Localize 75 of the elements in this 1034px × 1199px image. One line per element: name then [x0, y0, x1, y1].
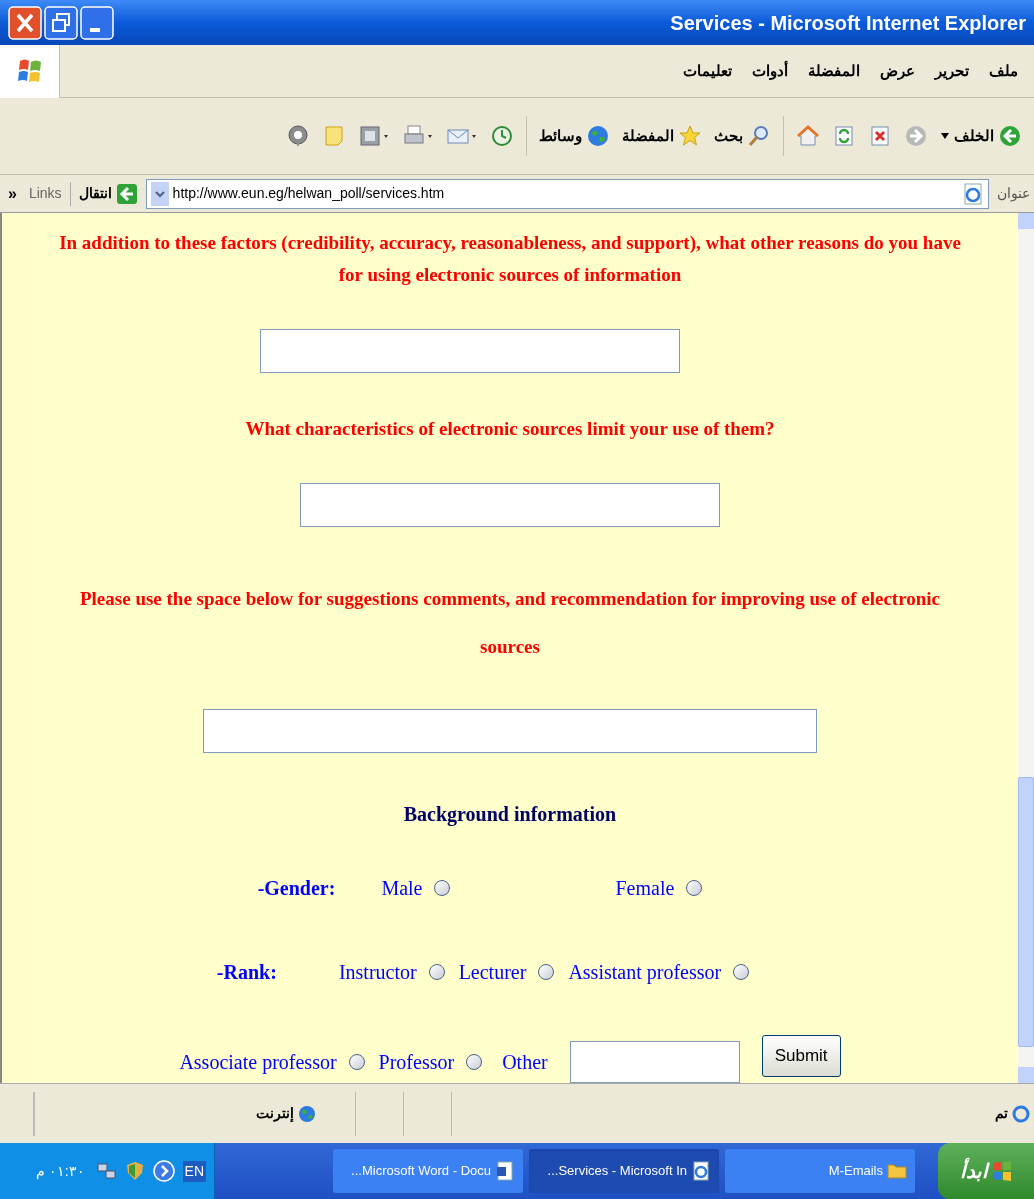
option-label: Lecturer: [458, 960, 527, 985]
field-label: -Rank:: [216, 960, 277, 985]
restore-icon[interactable]: [44, 5, 78, 40]
folder-icon: [887, 1161, 907, 1181]
option-label: Male: [381, 876, 423, 901]
text-field[interactable]: [300, 483, 720, 527]
dropdown-arrow-icon[interactable]: [940, 132, 950, 140]
toolbar-button[interactable]: بحث: [714, 124, 771, 148]
menu-item[interactable]: تعليمات: [683, 59, 732, 83]
option-label: Associate professor: [179, 1050, 337, 1076]
menu-item[interactable]: ملف: [989, 59, 1018, 83]
status-text: تم: [995, 1104, 1008, 1124]
option-label: Instructor: [338, 960, 417, 985]
page-icon: [691, 1161, 711, 1181]
text-field[interactable]: [203, 709, 817, 753]
refresh-icon[interactable]: [832, 124, 856, 148]
radio-button[interactable]: [538, 964, 555, 980]
question-text: In addition to these factors (credibility, accuracy, reasonableness, and support), what other reasons do you have for using electronic sources of information: [58, 231, 962, 287]
toolbar-button[interactable]: وسائط: [539, 124, 610, 148]
clock-icon[interactable]: [490, 124, 514, 148]
expand-icon[interactable]: [152, 1160, 175, 1182]
stop-icon[interactable]: [868, 124, 892, 148]
submit-button[interactable]: Submit: [761, 1035, 841, 1077]
dropdown-icon[interactable]: [150, 181, 169, 206]
zone-text: إنترنت: [256, 1104, 294, 1124]
taskbar-button[interactable]: M-Emails: [725, 1149, 915, 1193]
clock: ٠١:٣٠ م: [35, 1161, 85, 1182]
minimize-icon[interactable]: [80, 5, 114, 40]
network-icon[interactable]: [96, 1161, 117, 1181]
question-text: What characteristics of electronic sources limit your use of them?: [244, 417, 776, 441]
text-field[interactable]: [569, 1041, 740, 1083]
globe-icon: [586, 124, 610, 148]
radio-button[interactable]: [434, 880, 451, 896]
toolbar-button[interactable]: الخلف: [940, 124, 1022, 148]
speech-bubble-icon[interactable]: [286, 124, 310, 148]
section-heading: Background information: [403, 802, 617, 828]
radio-button[interactable]: [686, 880, 703, 896]
scrollbar[interactable]: [1018, 213, 1034, 1083]
option-label: Other: [502, 1050, 548, 1075]
links-label[interactable]: Links: [28, 183, 62, 204]
back-icon: [998, 124, 1022, 148]
home-icon[interactable]: [796, 124, 820, 148]
windows-logo-icon: [17, 57, 42, 85]
question-text: Please use the space below for suggestions comments, and recommendation for improving use of electronic sources: [79, 587, 941, 659]
chevron[interactable]: »: [4, 181, 21, 206]
page-icon: [962, 182, 984, 205]
radio-button[interactable]: [348, 1054, 365, 1070]
menu-item[interactable]: المفضلة: [808, 59, 860, 83]
language-indicator[interactable]: EN: [182, 1160, 206, 1182]
windows-logo-icon: [992, 1160, 1012, 1182]
star-icon: [678, 124, 702, 148]
field-label: -Gender:: [257, 876, 336, 901]
address-field[interactable]: http://www.eun.eg/helwan_poll/services.htm: [145, 178, 989, 209]
page-icon: [1012, 1104, 1030, 1123]
taskbar-button[interactable]: ...Microsoft Word - Docu: [333, 1149, 523, 1193]
option-label: Professor: [378, 1050, 455, 1075]
close-icon[interactable]: [8, 5, 42, 40]
option-label: Female: [615, 876, 675, 901]
address-label: عنوان: [997, 184, 1030, 204]
window-title: Services - Microsoft Internet Explorer: [670, 10, 1026, 36]
menu-item[interactable]: تحرير: [935, 59, 969, 83]
menu-item[interactable]: أدوات: [752, 59, 788, 83]
radio-button[interactable]: [466, 1054, 483, 1070]
edit-icon[interactable]: [358, 124, 390, 148]
radio-button[interactable]: [428, 964, 445, 980]
menu-item[interactable]: عرض: [880, 59, 915, 83]
search-icon: [747, 124, 771, 148]
document-icon: [495, 1161, 515, 1181]
text-field[interactable]: [260, 329, 680, 373]
go-button[interactable]: انتقال: [78, 182, 138, 205]
radio-button[interactable]: [733, 964, 750, 980]
taskbar-button[interactable]: ...Services - Microsoft In: [529, 1149, 719, 1193]
toolbar-button[interactable]: المفضلة: [622, 124, 702, 148]
globe-icon: [298, 1104, 316, 1123]
option-label: Assistant professor: [568, 960, 722, 986]
